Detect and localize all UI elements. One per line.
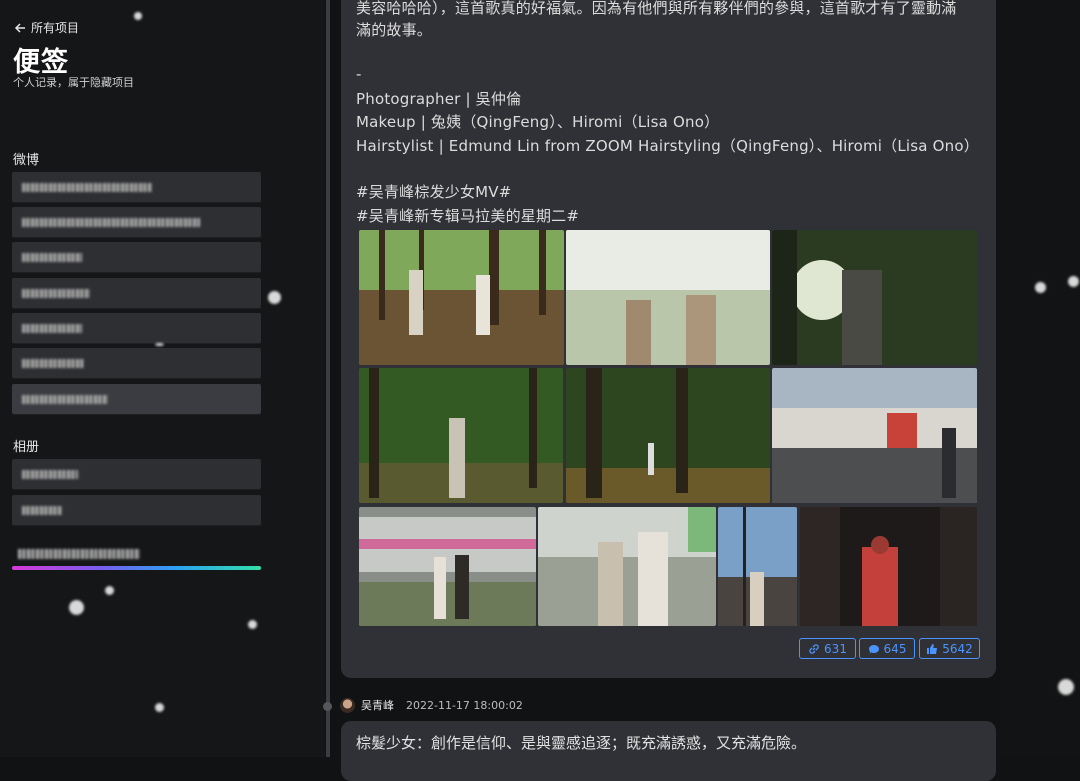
hashtag-link[interactable]: #吴青峰棕发少女MV# bbox=[356, 181, 512, 202]
sidebar-item[interactable] bbox=[12, 495, 261, 525]
right-gutter bbox=[1000, 0, 1080, 757]
avatar[interactable] bbox=[340, 697, 355, 713]
post-meta: 吴青峰 2022-11-17 18:00:02 bbox=[340, 697, 523, 713]
snow-dot bbox=[134, 12, 142, 20]
post-text-line: Makeup | 兔姨（QingFeng）、Hiromi（Lisa Ono） bbox=[356, 113, 720, 131]
sidebar-item-active[interactable] bbox=[12, 384, 261, 414]
sidebar-item[interactable] bbox=[12, 348, 261, 378]
post-text-line: 美容哈哈哈），這首歌真的好福氣。因為有他們與所有夥伴們的參與，這首歌才有了靈動滿 bbox=[356, 0, 957, 17]
snow-dot bbox=[69, 600, 84, 615]
snow-dot bbox=[105, 586, 114, 595]
section-label-weibo: 微博 bbox=[13, 153, 40, 168]
post-date: 2022-11-17 18:00:02 bbox=[406, 698, 523, 712]
post-photo[interactable] bbox=[772, 368, 977, 503]
snow-dot bbox=[1068, 276, 1079, 287]
post-text-line: - bbox=[356, 65, 362, 83]
comment-button[interactable]: 645 bbox=[859, 638, 915, 659]
repost-button[interactable]: 631 bbox=[799, 638, 856, 659]
sidebar-item[interactable] bbox=[12, 207, 261, 237]
post-text-line: Hairstylist | Edmund Lin from ZOOM Hairs… bbox=[356, 137, 979, 155]
snow-dot bbox=[1035, 282, 1046, 293]
post-photo[interactable] bbox=[566, 230, 770, 365]
sidebar-item[interactable] bbox=[12, 313, 261, 343]
post-text-line: Photographer | 吳仲倫 bbox=[356, 90, 522, 108]
thumbs-up-icon bbox=[927, 643, 938, 654]
sidebar: 所有项目 便签 个人记录，属于隐藏项目 微博 相册 bbox=[0, 0, 325, 757]
timeline-line bbox=[326, 0, 330, 757]
snow-dot bbox=[268, 291, 281, 304]
back-link-label: 所有项目 bbox=[31, 21, 80, 35]
author-name[interactable]: 吴青峰 bbox=[361, 697, 394, 713]
post-photo[interactable] bbox=[772, 230, 977, 365]
post-photo[interactable] bbox=[359, 368, 563, 503]
repost-count: 631 bbox=[824, 641, 847, 656]
post-text-line: 滿的故事。 bbox=[356, 21, 433, 39]
back-link[interactable]: 所有项目 bbox=[14, 19, 79, 36]
sidebar-item[interactable] bbox=[12, 172, 261, 202]
post-photo[interactable] bbox=[359, 230, 564, 365]
snow-dot bbox=[248, 620, 257, 629]
snow-dot bbox=[155, 703, 164, 712]
like-count: 5642 bbox=[942, 641, 973, 656]
progress-fill bbox=[12, 566, 261, 570]
progress-bar bbox=[12, 566, 261, 570]
post-photo[interactable] bbox=[718, 507, 797, 626]
comment-count: 645 bbox=[883, 641, 907, 656]
like-button[interactable]: 5642 bbox=[919, 638, 980, 659]
link-icon bbox=[809, 643, 819, 654]
section-label-album: 相册 bbox=[13, 440, 40, 455]
post-photo[interactable] bbox=[538, 507, 716, 626]
hashtag-link[interactable]: #吴青峰新专辑马拉美的星期二# bbox=[356, 205, 579, 226]
snow-dot bbox=[155, 343, 164, 346]
timeline-node bbox=[323, 702, 332, 711]
sidebar-item[interactable] bbox=[12, 459, 261, 489]
sidebar-item[interactable] bbox=[12, 242, 261, 272]
post-card: 棕髮少女：創作是信仰、是與靈感追逐；既充滿誘惑，又充滿危險。 bbox=[341, 721, 996, 781]
page-subtitle: 个人记录，属于隐藏项目 bbox=[13, 76, 134, 89]
post-text-line: 棕髮少女：創作是信仰、是與靈感追逐；既充滿誘惑，又充滿危險。 bbox=[356, 734, 807, 752]
post-photo[interactable] bbox=[566, 368, 770, 503]
snow-dot bbox=[1058, 679, 1074, 695]
post-photo[interactable] bbox=[800, 507, 977, 626]
post-photo[interactable] bbox=[359, 507, 536, 626]
arrow-left-icon bbox=[14, 22, 25, 33]
sidebar-item[interactable] bbox=[12, 278, 261, 308]
comment-icon bbox=[868, 644, 879, 654]
